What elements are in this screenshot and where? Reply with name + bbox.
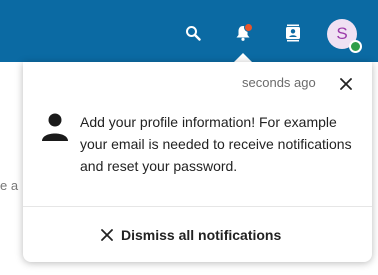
- notification-time: seconds ago: [242, 75, 316, 90]
- user-profile-icon: [42, 113, 68, 141]
- dismiss-notification-button[interactable]: [337, 75, 355, 93]
- notification-dot: [244, 23, 253, 32]
- search-icon[interactable]: [182, 22, 204, 44]
- top-header: S: [0, 0, 378, 62]
- notification-message: Add your profile information! For exampl…: [80, 114, 352, 174]
- background-partial-text: e a: [0, 178, 19, 193]
- close-icon: [101, 229, 113, 241]
- contacts-icon[interactable]: [282, 22, 304, 44]
- avatar-initial: S: [336, 24, 348, 43]
- notifications-bell-icon[interactable]: [232, 22, 254, 44]
- online-status-dot: [349, 40, 362, 53]
- notifications-panel: seconds ago Add your profile information…: [23, 62, 372, 262]
- close-icon: [340, 78, 352, 90]
- dismiss-all-button[interactable]: Dismiss all notifications: [101, 225, 281, 245]
- divider: [23, 206, 372, 207]
- dismiss-all-label: Dismiss all notifications: [121, 227, 282, 243]
